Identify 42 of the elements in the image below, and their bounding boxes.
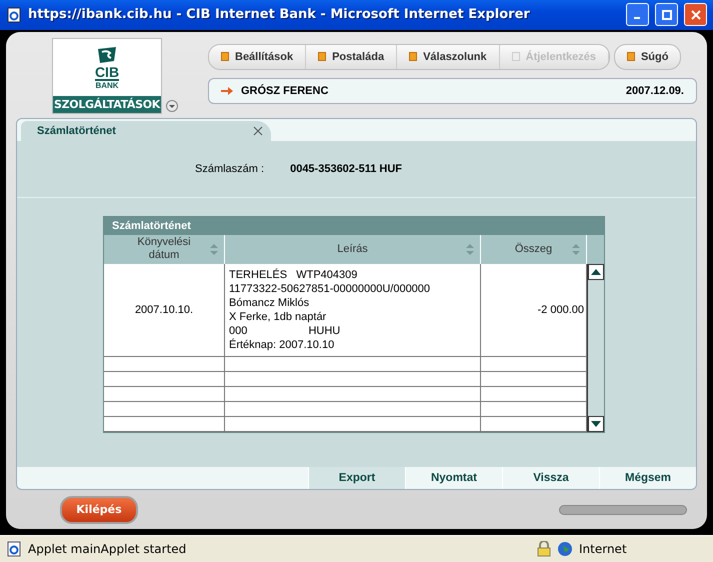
account-number: 0045-353602-511 HUF — [290, 162, 402, 175]
logo-subtitle: BANK — [95, 78, 119, 90]
tab[interactable]: Számlatörténet — [21, 120, 271, 141]
maximize-button[interactable] — [655, 3, 678, 26]
page-icon — [6, 541, 22, 558]
account-label: Számlaszám : — [195, 162, 264, 175]
status-text: Applet mainApplet started — [28, 542, 188, 556]
minimize-button[interactable] — [626, 3, 649, 26]
nav-button[interactable]: Válaszolunk — [397, 44, 500, 69]
padlock-icon — [537, 541, 551, 558]
scroll-up-icon[interactable] — [588, 264, 604, 280]
arrow-right-icon — [221, 86, 233, 96]
browser-page-icon — [6, 6, 22, 23]
globe-icon — [557, 541, 573, 558]
nav-button[interactable]: Súgó — [614, 44, 682, 70]
close-button[interactable] — [684, 3, 707, 26]
scrollbar[interactable] — [587, 264, 604, 432]
column-header[interactable]: Összeg — [481, 234, 587, 264]
window-title: https://ibank.cib.hu - CIB Internet Bank - Microsoft Internet Explorer — [28, 7, 531, 22]
header-cell — [587, 234, 604, 264]
nav-button[interactable]: Beállítások — [209, 44, 306, 69]
column-header[interactable]: Könyvelési dátum — [104, 234, 225, 264]
dropdown-caret-icon[interactable] — [166, 100, 178, 112]
services-menu[interactable]: SZOLGÁLTATÁSOK — [53, 96, 161, 113]
column-header[interactable]: Leírás — [225, 234, 481, 264]
logo-mark-icon — [96, 46, 118, 63]
action-button[interactable]: Mégsem — [599, 466, 696, 489]
scroll-down-icon[interactable] — [588, 416, 604, 432]
zone-text: Internet — [579, 542, 627, 556]
logo-brand: CIB — [94, 64, 120, 79]
table-cell: 2007.10.10. — [104, 264, 225, 357]
action-button[interactable]: Export — [308, 466, 405, 489]
table-title: Számlatörténet — [104, 216, 604, 235]
action-button[interactable]: Vissza — [502, 466, 599, 489]
action-button[interactable]: Nyomtat — [405, 466, 502, 489]
maximize-icon[interactable] — [662, 10, 672, 20]
logout-button[interactable]: Kilépés — [60, 496, 138, 524]
user-name: GRÓSZ FERENC — [241, 84, 328, 97]
table-cell: TERHELÉS WTP404309 11773322-50627851-00000000U/000000 Bómancz Miklós X Ferke, 1db naptár 000 HUHU Értéknap: 2007.10.10 — [225, 264, 481, 357]
nav-button[interactable]: Postaláda — [306, 44, 398, 69]
close-icon[interactable] — [253, 126, 263, 136]
current-date: 2007.12.09. — [626, 84, 684, 97]
